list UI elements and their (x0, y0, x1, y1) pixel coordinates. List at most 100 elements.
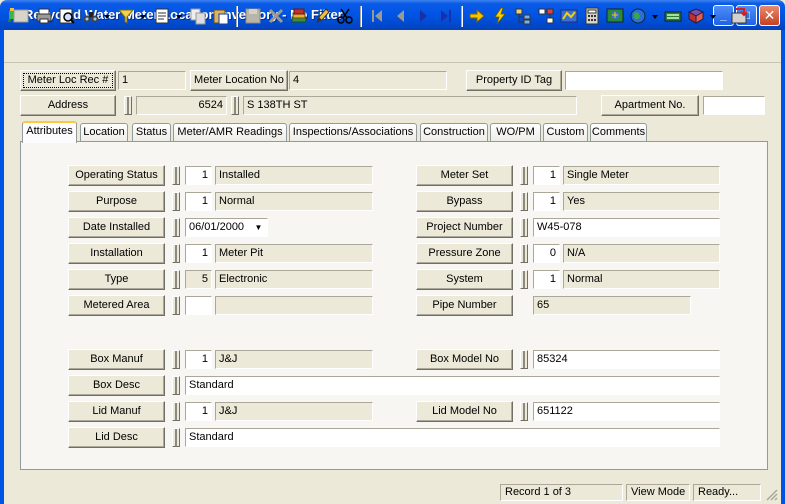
lid-manuf-grip[interactable] (172, 402, 180, 421)
tab-wo-pm[interactable]: WO/PM (490, 123, 541, 142)
lid-desc-grip[interactable] (172, 428, 180, 447)
binoculars-icon[interactable] (80, 5, 102, 27)
tab-status[interactable]: Status (132, 123, 171, 142)
box-manuf-grip[interactable] (172, 350, 180, 369)
address-button[interactable]: Address (20, 95, 116, 116)
meter-set-grip[interactable] (520, 166, 528, 185)
address-number-field[interactable]: 6524 (136, 96, 227, 115)
previous-record-icon[interactable] (389, 5, 411, 27)
lid-model-no-button[interactable]: Lid Model No (416, 401, 513, 422)
project-number-grip[interactable] (520, 218, 528, 237)
type-button[interactable]: Type (68, 269, 165, 290)
box-desc-field[interactable]: Standard (185, 376, 720, 395)
meter-location-no-field[interactable]: 4 (289, 71, 447, 90)
purpose-code-field[interactable]: 1 (185, 192, 212, 211)
keyboard-icon[interactable] (662, 5, 684, 27)
box-manuf-button[interactable]: Box Manuf (68, 349, 165, 370)
filter-dropdown-icon[interactable] (140, 11, 146, 19)
lid-desc-button[interactable]: Lid Desc (68, 427, 165, 448)
box-model-no-field[interactable]: 85324 (533, 350, 720, 369)
operating-status-code-field[interactable]: 1 (185, 166, 212, 185)
tab-custom[interactable]: Custom (543, 123, 588, 142)
bypass-button[interactable]: Bypass (416, 191, 513, 212)
installation-code-field[interactable]: 1 (185, 244, 212, 263)
metered-area-button[interactable]: Metered Area (68, 295, 165, 316)
lid-model-no-grip[interactable] (520, 402, 528, 421)
lid-model-no-field[interactable]: 651122 (533, 402, 720, 421)
meter-loc-rec-button[interactable]: Meter Loc Rec # (20, 70, 116, 91)
operating-status-grip[interactable] (172, 166, 180, 185)
system-code-field[interactable]: 1 (533, 270, 560, 289)
close-button[interactable]: ✕ (759, 5, 780, 26)
project-number-field[interactable]: W45-078 (533, 218, 720, 237)
address-street-grip[interactable] (231, 96, 239, 115)
pressure-zone-button[interactable]: Pressure Zone (416, 243, 513, 264)
lid-manuf-button[interactable]: Lid Manuf (68, 401, 165, 422)
lid-manuf-code-field[interactable]: 1 (185, 402, 212, 421)
meter-location-no-button[interactable]: Meter Location No (190, 70, 288, 91)
metered-area-code-field[interactable] (185, 296, 212, 315)
property-id-tag-button[interactable]: Property ID Tag (466, 70, 562, 91)
next-record-icon[interactable] (412, 5, 434, 27)
tab-comments[interactable]: Comments (590, 123, 647, 142)
globe-icon[interactable] (627, 5, 649, 27)
type-code-field[interactable]: 5 (185, 270, 212, 289)
tree-icon[interactable] (512, 5, 534, 27)
project-number-button[interactable]: Project Number (416, 217, 513, 238)
meter-set-code-field[interactable]: 1 (533, 166, 560, 185)
meter-loc-rec-field[interactable]: 1 (118, 71, 186, 90)
gis-icon[interactable] (604, 5, 626, 27)
copy-icon[interactable] (187, 5, 209, 27)
pressure-zone-code-field[interactable]: 0 (533, 244, 560, 263)
new-icon[interactable] (10, 5, 32, 27)
report-dropdown-icon[interactable] (176, 11, 182, 19)
paste-icon[interactable] (210, 5, 232, 27)
exit-icon[interactable] (728, 5, 750, 27)
last-record-icon[interactable] (435, 5, 457, 27)
apartment-no-button[interactable]: Apartment No. (601, 95, 699, 116)
purpose-grip[interactable] (172, 192, 180, 211)
save-icon[interactable] (242, 5, 264, 27)
lightning-icon[interactable] (489, 5, 511, 27)
stack-icon[interactable] (288, 5, 310, 27)
address-street-field[interactable]: S 138TH ST (243, 96, 577, 115)
tab-location[interactable]: Location (80, 123, 128, 142)
pressure-zone-grip[interactable] (520, 244, 528, 263)
purpose-button[interactable]: Purpose (68, 191, 165, 212)
meter-set-button[interactable]: Meter Set (416, 165, 513, 186)
metered-area-grip[interactable] (172, 296, 180, 315)
calculator-icon[interactable] (581, 5, 603, 27)
date-installed-button[interactable]: Date Installed (68, 217, 165, 238)
box-model-no-button[interactable]: Box Model No (416, 349, 513, 370)
type-grip[interactable] (172, 270, 180, 289)
installation-button[interactable]: Installation (68, 243, 165, 264)
print-icon[interactable] (33, 5, 55, 27)
filter-icon[interactable] (115, 5, 137, 27)
edit-icon[interactable] (311, 5, 333, 27)
pipe-number-button[interactable]: Pipe Number (416, 295, 513, 316)
report-icon[interactable] (151, 5, 173, 27)
system-button[interactable]: System (416, 269, 513, 290)
binoculars-dropdown-icon[interactable] (104, 11, 110, 19)
first-record-icon[interactable] (366, 5, 388, 27)
apartment-no-field[interactable] (703, 96, 765, 115)
operating-status-button[interactable]: Operating Status (68, 165, 165, 186)
tab-inspections-associations[interactable]: Inspections/Associations (289, 123, 417, 142)
delete-icon[interactable] (265, 5, 287, 27)
cut-icon[interactable] (334, 5, 356, 27)
book-icon[interactable] (685, 5, 707, 27)
bypass-grip[interactable] (520, 192, 528, 211)
map-icon[interactable] (558, 5, 580, 27)
lid-desc-field[interactable]: Standard (185, 428, 720, 447)
date-installed-grip[interactable] (172, 218, 180, 237)
box-manuf-code-field[interactable]: 1 (185, 350, 212, 369)
address-number-grip[interactable] (124, 96, 132, 115)
property-id-tag-field[interactable] (565, 71, 723, 90)
box-model-no-grip[interactable] (520, 350, 528, 369)
print-preview-icon[interactable] (56, 5, 78, 27)
tab-construction[interactable]: Construction (420, 123, 488, 142)
bypass-code-field[interactable]: 1 (533, 192, 560, 211)
chevron-down-icon[interactable]: ▼ (252, 221, 265, 234)
resize-grip-icon[interactable] (764, 487, 778, 501)
system-grip[interactable] (520, 270, 528, 289)
